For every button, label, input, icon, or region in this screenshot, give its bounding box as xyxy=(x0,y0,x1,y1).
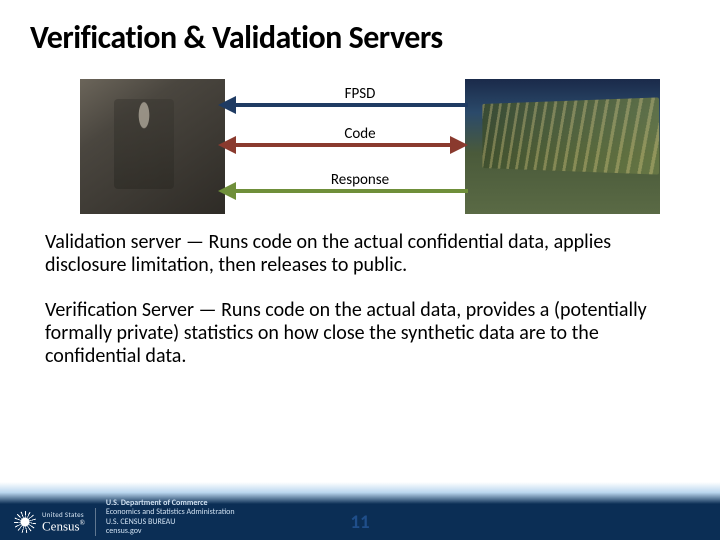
arrow-right-icon xyxy=(450,136,468,154)
body-text: Validation server — Runs code on the act… xyxy=(0,229,720,368)
right-photo xyxy=(465,79,660,214)
arrow-line xyxy=(236,103,468,107)
dept-block: U.S. Department of Commerce Economics an… xyxy=(106,499,235,536)
footer-divider xyxy=(95,508,96,536)
arrow-left-icon xyxy=(218,136,236,154)
paragraph-verification: Verification Server — Runs code on the a… xyxy=(45,299,675,368)
census-logo: United States Census® xyxy=(14,511,85,536)
label-response: Response xyxy=(331,171,389,189)
left-photo xyxy=(80,79,225,214)
census-word: Census® xyxy=(42,519,85,534)
arrow-left-icon xyxy=(218,182,236,200)
paragraph-validation: Validation server — Runs code on the act… xyxy=(45,231,675,277)
page-number: 11 xyxy=(350,511,369,534)
label-fpsd: FPSD xyxy=(345,85,376,103)
arrow-line xyxy=(236,143,450,147)
arrow-left-icon xyxy=(218,96,236,114)
diagram-area: FPSD Code Response xyxy=(0,69,720,229)
starburst-icon xyxy=(14,511,36,533)
dept-line4: census.gov xyxy=(106,527,235,536)
footer-band: United States Census® U.S. Department of… xyxy=(0,482,720,540)
footer-inner: United States Census® U.S. Department of… xyxy=(14,499,235,536)
label-code: Code xyxy=(344,125,375,143)
arrow-line xyxy=(236,189,468,193)
slide-title: Verification & Validation Servers xyxy=(0,0,720,65)
